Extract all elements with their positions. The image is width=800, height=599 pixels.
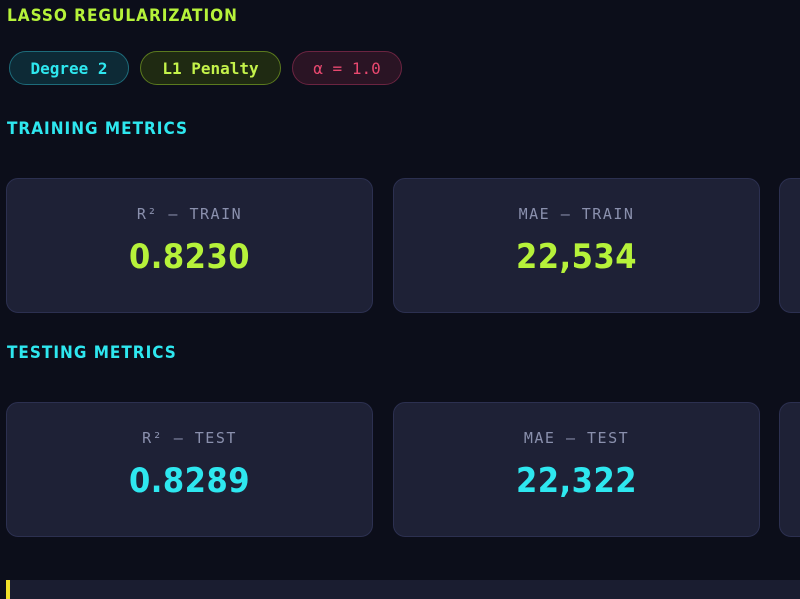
- partial-test-card: [779, 402, 800, 537]
- mae-test-value: 22,322: [515, 461, 638, 501]
- r2-train-card: R² — TRAIN 0.8230: [6, 178, 373, 313]
- r2-test-card: R² — TEST 0.8289: [6, 402, 373, 537]
- bottom-panel-accent: [6, 580, 10, 599]
- mae-test-label: MAE — TEST: [523, 429, 630, 447]
- partial-train-card: [779, 178, 800, 313]
- training-section-title: TRAINING METRICS: [7, 119, 189, 139]
- testing-section-title: TESTING METRICS: [7, 343, 177, 363]
- r2-train-label: R² — TRAIN: [136, 205, 243, 223]
- bottom-panel: [6, 580, 800, 599]
- r2-train-value: 0.8230: [128, 237, 251, 277]
- mae-train-card: MAE — TRAIN 22,534: [393, 178, 760, 313]
- mae-test-card: MAE — TEST 22,322: [393, 402, 760, 537]
- mae-train-label: MAE — TRAIN: [518, 205, 635, 223]
- penalty-badge: L1 Penalty: [140, 51, 281, 85]
- r2-test-value: 0.8289: [128, 461, 251, 501]
- page-title: LASSO REGULARIZATION: [7, 6, 238, 26]
- r2-test-label: R² — TEST: [142, 429, 237, 447]
- alpha-badge: α = 1.0: [292, 51, 402, 85]
- degree-badge: Degree 2: [9, 51, 129, 85]
- mae-train-value: 22,534: [515, 237, 638, 277]
- badge-row: Degree 2 L1 Penalty α = 1.0: [9, 51, 402, 87]
